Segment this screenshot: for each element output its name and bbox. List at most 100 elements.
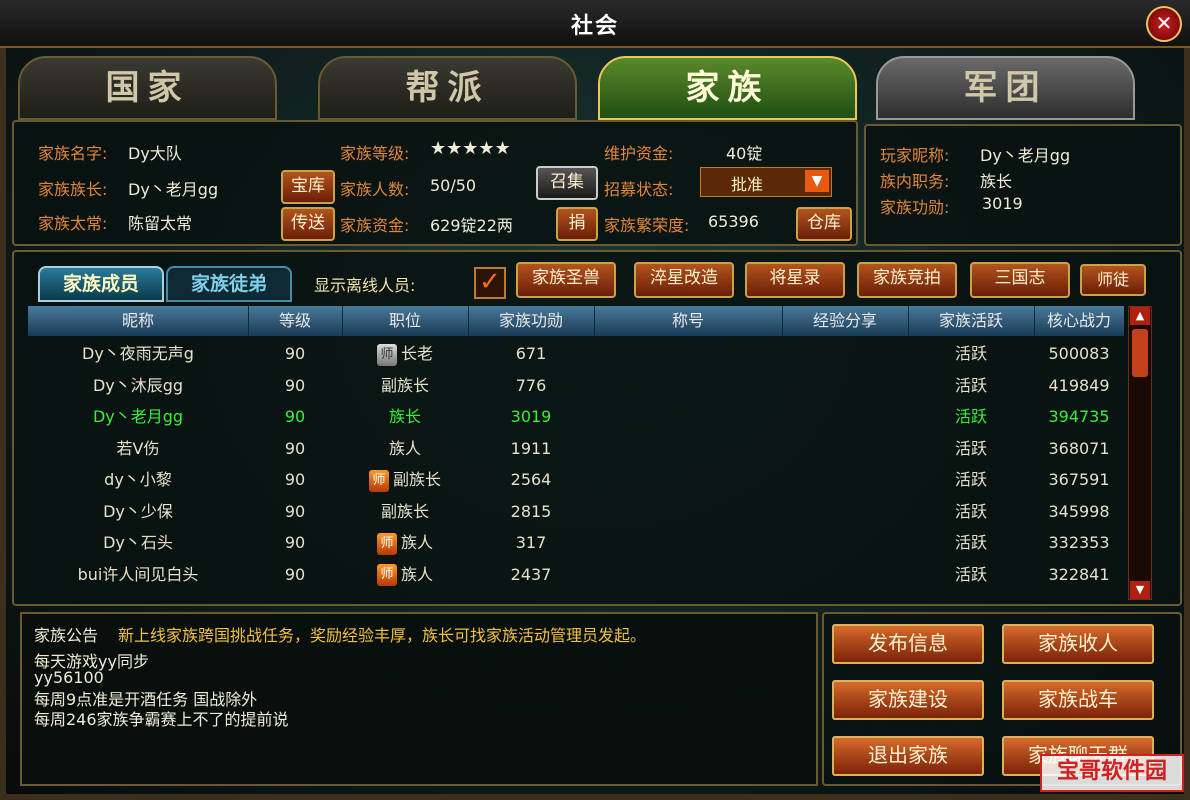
scroll-down-icon[interactable]: ▼ [1130,581,1150,599]
member-power: 419849 [1048,375,1110,395]
member-activity: 活跃 [954,533,987,552]
member-role: 师长老 [342,338,468,369]
col-level[interactable]: 等级 [248,306,343,336]
member-role-label: 族人 [400,564,433,584]
col-role[interactable]: 职位 [342,306,469,336]
show-offline-checkbox[interactable]: ✓ [474,267,506,299]
mentor-badge-icon: 师 [376,532,397,555]
member-merit: 776 [515,375,547,395]
member-level: 90 [284,470,306,489]
three-kingdoms-button[interactable]: 三国志 [970,262,1070,298]
member-role: 师副族长 [342,464,468,495]
tab-legion[interactable]: 军团 [876,56,1135,120]
family-elder-value: 陈留太常 [128,214,193,233]
prosperity-label: 家族繁荣度: [604,216,690,235]
member-level: 90 [284,533,306,552]
mentor-badge-icon: 师 [376,564,397,586]
member-merit: 3019 [510,407,552,426]
family-build-button[interactable]: 家族建设 [832,680,984,720]
member-list-scrollbar[interactable]: ▲ ▼ [1128,306,1152,600]
member-name: Dy丶石头 [103,533,173,552]
table-row[interactable]: Dy丶老月gg 90 族长 3019 活跃 394735 [28,401,1124,432]
treasury-button[interactable]: 宝库 [281,170,335,204]
table-row[interactable]: 若V伤 90 族人 1911 活跃 368071 [28,433,1124,464]
member-role-label: 副族长 [380,375,429,395]
tab-family[interactable]: 家族 [598,56,857,120]
member-level: 90 [284,438,306,458]
tab-country[interactable]: 国家 [18,56,277,120]
family-auction-button[interactable]: 家族竞拍 [857,262,957,298]
table-row[interactable]: Dy丶夜雨无声g 90 师长老 671 活跃 500083 [28,338,1124,369]
upkeep-value: 40锭 [726,144,763,163]
member-title [594,527,782,558]
col-merit[interactable]: 家族功勋 [468,306,595,336]
col-nickname[interactable]: 昵称 [28,306,249,336]
donate-button[interactable]: 捐 [556,207,598,241]
family-chariot-button[interactable]: 家族战车 [1002,680,1154,720]
warehouse-button[interactable]: 仓库 [796,207,852,241]
member-title [594,401,782,432]
col-exp-share[interactable]: 经验分享 [782,306,909,336]
general-record-button[interactable]: 将星录 [745,262,845,298]
recruit-member-button[interactable]: 家族收人 [1002,624,1154,664]
member-power: 500083 [1048,344,1110,363]
member-merit: 2564 [510,470,552,489]
member-level: 90 [284,501,306,521]
member-exp-share [782,527,908,558]
member-role-label: 族长 [388,407,421,426]
col-activity[interactable]: 家族活跃 [908,306,1035,336]
close-icon[interactable]: ✕ [1146,6,1182,42]
table-row[interactable]: Dy丶少保 90 副族长 2815 活跃 345998 [28,496,1124,527]
member-name: Dy丶沐辰gg [92,375,184,395]
leave-family-button[interactable]: 退出家族 [832,736,984,776]
member-title [594,464,782,495]
family-funds-value: 629锭22两 [430,216,513,235]
family-leader-value: Dy丶老月gg [128,180,219,199]
table-row[interactable]: Dy丶沐辰gg 90 副族长 776 活跃 419849 [28,370,1124,401]
player-merit-value: 3019 [982,194,1023,213]
family-elder-label: 家族太常: [38,214,108,233]
member-role: 副族长 [342,496,468,527]
publish-info-button[interactable]: 发布信息 [832,624,984,664]
member-name: 若V伤 [116,438,160,458]
teleport-button[interactable]: 传送 [281,207,335,241]
star-forge-button[interactable]: 淬星改造 [634,262,734,298]
member-role-label: 长老 [400,344,433,363]
player-nick-value: Dy丶老月gg [980,146,1071,165]
family-level-label: 家族等级: [340,144,410,163]
member-name: Dy丶夜雨无声g [82,344,194,363]
chevron-down-icon[interactable]: ▼ [805,170,829,192]
family-name-label: 家族名字: [38,144,108,163]
scroll-thumb[interactable] [1132,329,1148,377]
tab-family-members[interactable]: 家族成员 [38,266,164,302]
table-row[interactable]: dy丶小黎 90 师副族长 2564 活跃 367591 [28,464,1124,495]
recruit-status-dropdown[interactable]: 批准 ▼ [700,167,832,197]
family-members-label: 家族人数: [340,180,410,199]
family-level-stars: ★★★★★ [430,138,511,159]
col-title[interactable]: 称号 [594,306,783,336]
member-merit: 671 [515,344,547,363]
member-power: 394735 [1048,407,1110,426]
table-row[interactable]: Dy丶石头 90 师族人 317 活跃 332353 [28,527,1124,558]
member-exp-share [782,559,908,590]
family-beast-button[interactable]: 家族圣兽 [516,262,616,298]
scroll-up-icon[interactable]: ▲ [1130,307,1150,325]
player-nick-label: 玩家昵称: [880,146,950,165]
member-role: 师族人 [342,527,468,558]
prosperity-value: 65396 [708,212,759,231]
tab-family-apprentices[interactable]: 家族徒弟 [166,266,292,302]
member-name: bui许人间见白头 [77,564,199,584]
member-exp-share [782,401,908,432]
tab-guild[interactable]: 帮派 [318,56,577,120]
member-activity: 活跃 [954,407,987,426]
member-title [594,496,782,527]
member-exp-share [782,464,908,495]
member-role: 副族长 [342,370,468,401]
notice-line-2: yy56100 [34,668,104,687]
summon-button[interactable]: 召集 [536,166,598,200]
watermark-logo: 宝哥软件园 [1040,754,1184,792]
mentor-badge-icon: 师 [368,469,389,492]
col-power[interactable]: 核心战力 [1034,306,1124,336]
table-row[interactable]: bui许人间见白头 90 师族人 2437 活跃 322841 [28,559,1124,590]
mentor-button[interactable]: 师徒 [1080,264,1146,296]
